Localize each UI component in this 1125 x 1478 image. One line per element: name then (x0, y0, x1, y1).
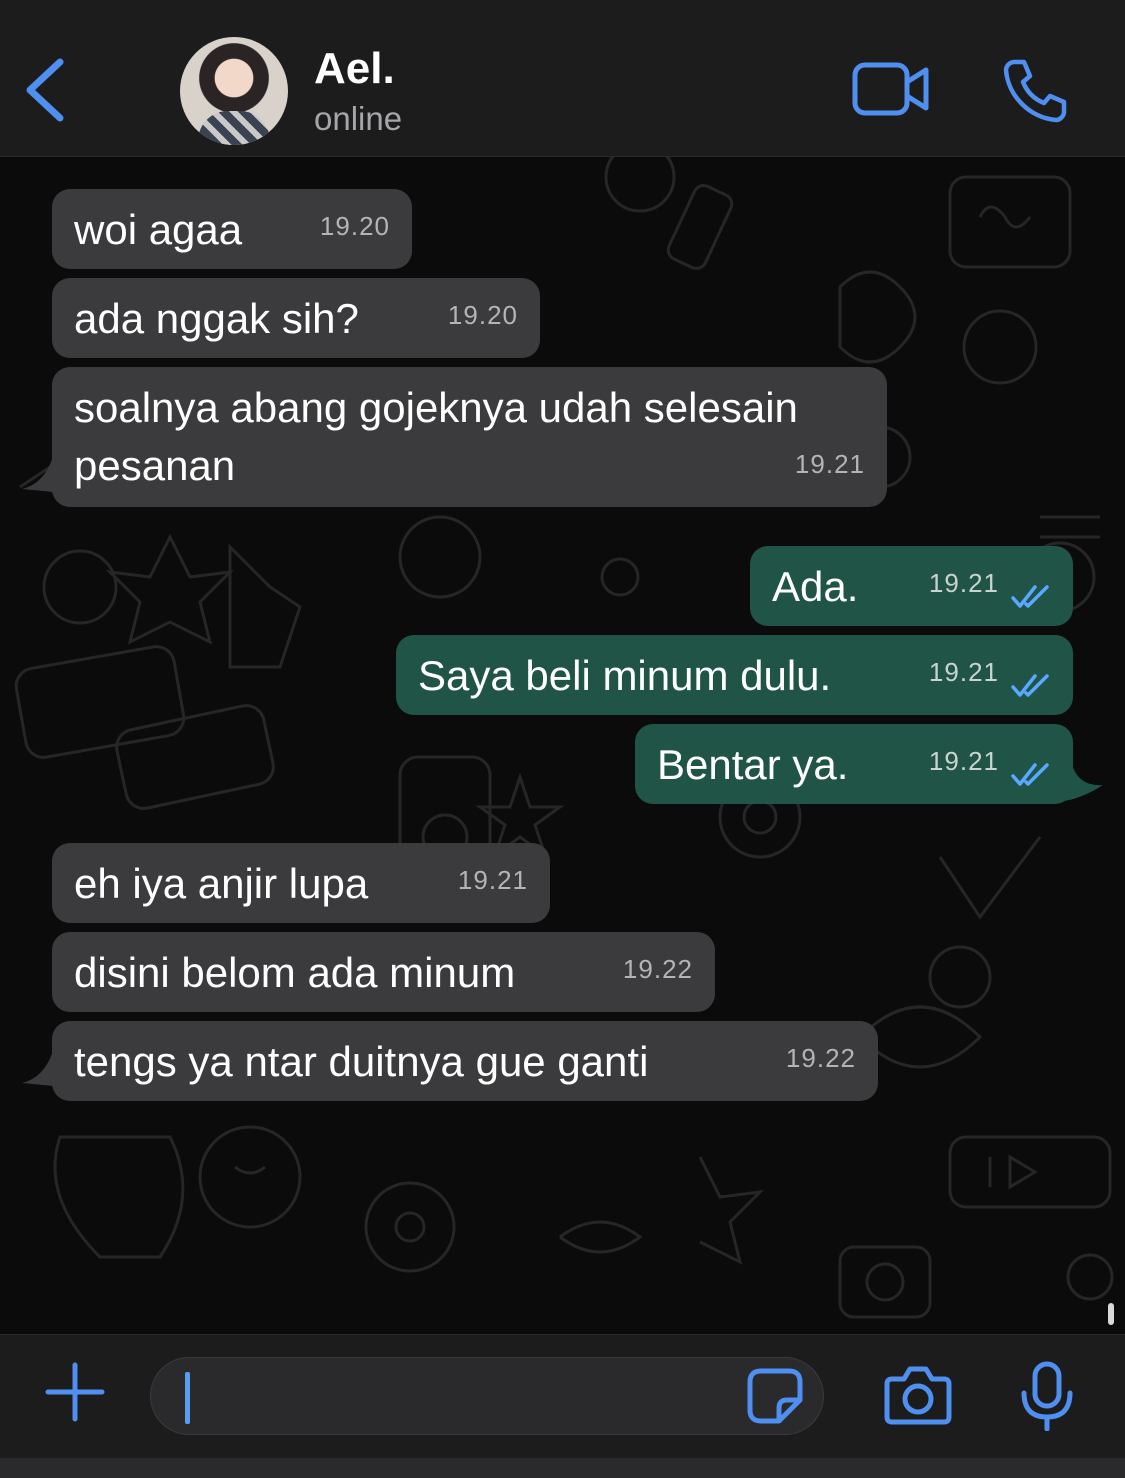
message-bubble-incoming[interactable]: ada nggak sih? 19.20 (52, 278, 540, 358)
bottom-safe-area (0, 1458, 1125, 1478)
message-time: 19.21 (928, 568, 999, 598)
video-camera-icon (852, 62, 929, 116)
read-receipt-icon (1011, 674, 1049, 697)
text-caret (185, 1372, 190, 1424)
message-time: 19.20 (319, 211, 390, 241)
message-bubble-incoming[interactable]: woi agaa 19.20 (52, 189, 412, 269)
phone-icon (1003, 59, 1067, 123)
message-time: 19.21 (928, 657, 999, 687)
scroll-indicator[interactable] (1108, 1303, 1114, 1325)
message-time: 19.22 (622, 954, 693, 984)
message-text: Ada. (772, 563, 859, 610)
message-text: tengs ya ntar duitnya gue ganti (74, 1038, 649, 1085)
chat-header: Ael. online (0, 0, 1125, 157)
contact-name[interactable]: Ael. (314, 44, 395, 94)
message-input[interactable] (150, 1357, 824, 1435)
contact-status: online (314, 100, 403, 137)
message-time: 19.22 (785, 1043, 856, 1073)
plus-icon (45, 1362, 105, 1422)
attach-button[interactable] (44, 1361, 106, 1423)
back-button[interactable] (22, 56, 70, 124)
message-bubble-outgoing[interactable]: Ada. 19.21 (750, 546, 1073, 626)
message-time: 19.20 (447, 300, 518, 330)
message-bubble-incoming[interactable]: soalnya abang gojeknya udah selesain pes… (52, 367, 887, 507)
microphone-button[interactable] (1020, 1361, 1074, 1432)
message-text: disini belom ada minum (74, 949, 516, 996)
camera-button[interactable] (884, 1365, 952, 1425)
read-receipt-icon (1011, 585, 1049, 608)
message-text: soalnya abang gojeknya udah selesain pes… (74, 384, 798, 489)
video-call-button[interactable] (852, 62, 930, 116)
message-time: 19.21 (794, 449, 865, 479)
avatar-shirt (198, 111, 270, 145)
message-time: 19.21 (928, 746, 999, 776)
microphone-icon (1021, 1361, 1073, 1432)
read-receipt-icon (1011, 763, 1049, 786)
sticker-button[interactable] (747, 1368, 803, 1424)
message-bubble-outgoing[interactable]: Saya beli minum dulu. 19.21 (396, 635, 1073, 715)
voice-call-button[interactable] (1002, 58, 1068, 124)
message-text: eh iya anjir lupa (74, 860, 369, 907)
message-bubble-incoming[interactable]: disini belom ada minum 19.22 (52, 932, 715, 1012)
message-bubble-incoming[interactable]: eh iya anjir lupa 19.21 (52, 843, 550, 923)
message-bubble-incoming[interactable]: tengs ya ntar duitnya gue ganti 19.22 (52, 1021, 878, 1101)
chevron-left-icon (26, 58, 64, 122)
message-bubble-outgoing[interactable]: Bentar ya. 19.21 (635, 724, 1073, 804)
message-text: Bentar ya. (657, 741, 849, 788)
message-composer (0, 1334, 1125, 1459)
message-text: Saya beli minum dulu. (418, 652, 832, 699)
message-time: 19.21 (457, 865, 528, 895)
message-text: woi agaa (74, 206, 243, 253)
camera-icon (884, 1366, 952, 1425)
message-text: ada nggak sih? (74, 295, 359, 342)
message-list[interactable]: woi agaa 19.20 ada nggak sih? 19.20 soal… (0, 157, 1125, 1333)
avatar[interactable] (180, 37, 288, 145)
sticker-icon (747, 1368, 803, 1424)
